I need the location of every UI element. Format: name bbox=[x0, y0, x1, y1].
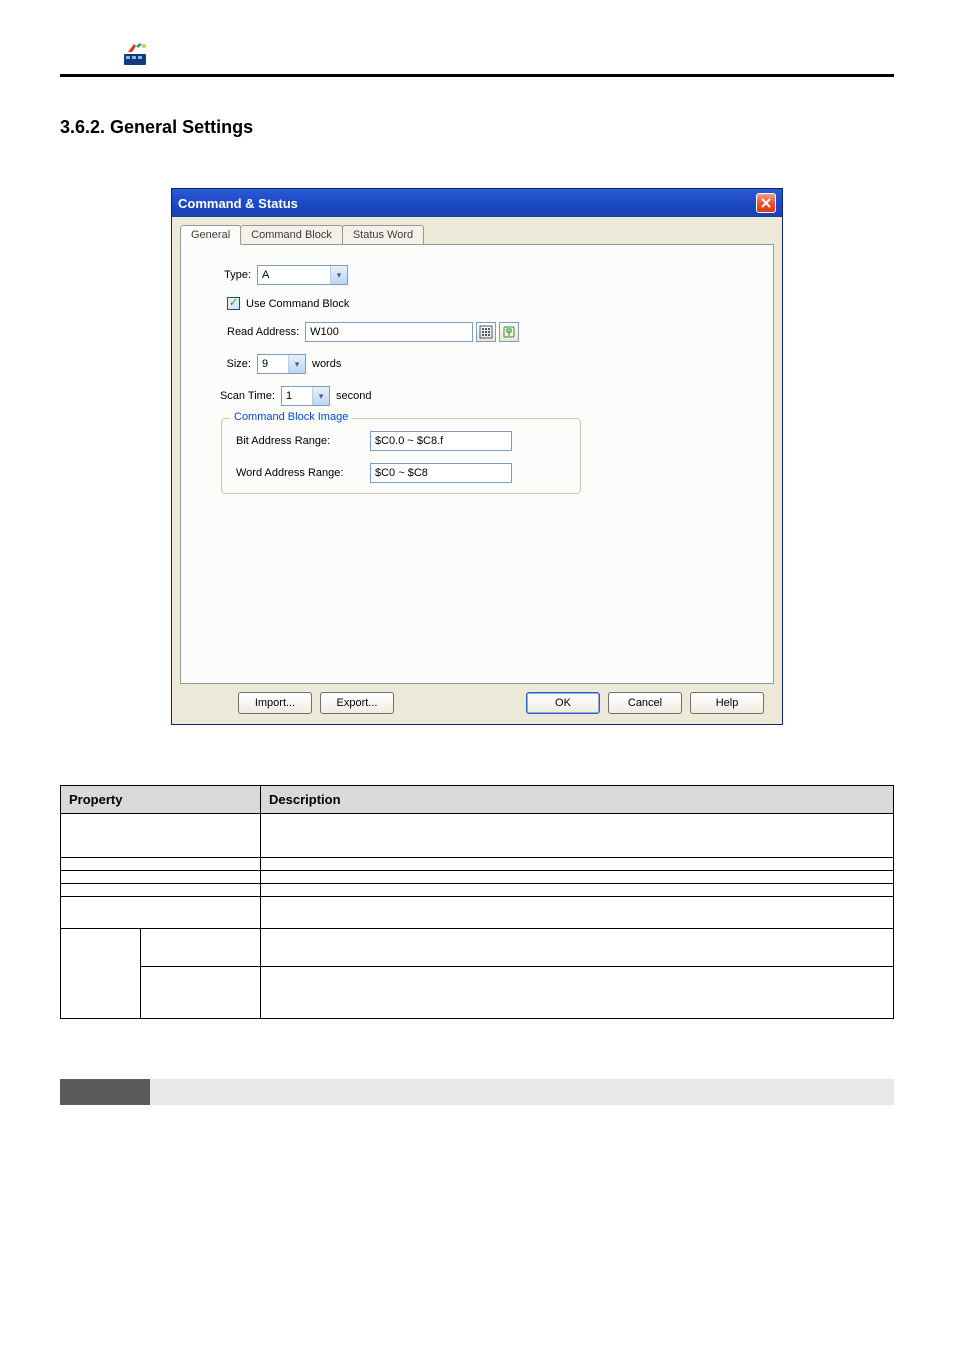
use-command-block-checkbox[interactable]: ✓ bbox=[227, 297, 240, 310]
tab-status-word-label: Status Word bbox=[353, 229, 413, 241]
table-row bbox=[61, 929, 894, 967]
type-label: Type: bbox=[199, 269, 251, 281]
cell-group bbox=[61, 929, 141, 1019]
page-footer bbox=[60, 1079, 894, 1105]
keypad-icon[interactable] bbox=[476, 322, 496, 342]
th-property-label: Property bbox=[69, 792, 122, 807]
read-address-label: Read Address: bbox=[227, 326, 299, 338]
table-row bbox=[61, 814, 894, 858]
size-value[interactable] bbox=[258, 355, 288, 373]
import-button-label: Import... bbox=[255, 697, 295, 709]
footer-dark-block bbox=[60, 1079, 150, 1105]
tab-general-label: General bbox=[191, 229, 230, 241]
cell-property bbox=[61, 871, 261, 884]
cancel-button[interactable]: Cancel bbox=[608, 692, 682, 714]
tab-command-block-label: Command Block bbox=[251, 229, 332, 241]
th-description: Description bbox=[261, 786, 894, 814]
cell-description bbox=[261, 871, 894, 884]
app-logo-icon bbox=[122, 40, 150, 68]
property-table: Property Description bbox=[60, 785, 894, 1019]
type-value[interactable] bbox=[258, 266, 330, 284]
cell-property bbox=[141, 929, 261, 967]
chevron-down-icon[interactable]: ▾ bbox=[288, 355, 305, 373]
th-property: Property bbox=[61, 786, 261, 814]
type-select[interactable]: ▾ bbox=[257, 265, 348, 285]
chevron-down-icon[interactable]: ▾ bbox=[312, 387, 329, 405]
scan-time-label: Scan Time: bbox=[199, 390, 275, 402]
table-row bbox=[61, 966, 894, 1018]
cell-description bbox=[261, 814, 894, 858]
table-row bbox=[61, 871, 894, 884]
cell-description bbox=[261, 884, 894, 897]
bit-range-label: Bit Address Range: bbox=[236, 435, 364, 447]
command-block-image-legend: Command Block Image bbox=[230, 411, 352, 423]
tab-panel-general: Type: ▾ ✓ Use Command Block Read Address… bbox=[180, 244, 774, 684]
chevron-down-icon[interactable]: ▾ bbox=[330, 266, 347, 284]
size-unit: words bbox=[312, 358, 341, 370]
tab-general[interactable]: General bbox=[180, 225, 241, 245]
cancel-button-label: Cancel bbox=[628, 697, 662, 709]
cell-property bbox=[141, 966, 261, 1018]
tabstrip: General Command Block Status Word bbox=[180, 225, 774, 244]
th-description-label: Description bbox=[269, 792, 341, 807]
help-button[interactable]: Help bbox=[690, 692, 764, 714]
table-row bbox=[61, 884, 894, 897]
bit-range-value bbox=[370, 431, 512, 451]
cell-property bbox=[61, 897, 261, 929]
ok-button[interactable]: OK bbox=[526, 692, 600, 714]
word-range-value bbox=[370, 463, 512, 483]
table-row bbox=[61, 897, 894, 929]
scan-time-select[interactable]: ▾ bbox=[281, 386, 330, 406]
cell-description bbox=[261, 858, 894, 871]
size-select[interactable]: ▾ bbox=[257, 354, 306, 374]
footer-light-block bbox=[150, 1079, 894, 1105]
dialog-titlebar: Command & Status bbox=[172, 189, 782, 217]
table-row bbox=[61, 858, 894, 871]
ok-button-label: OK bbox=[555, 697, 571, 709]
read-address-input[interactable] bbox=[305, 322, 473, 342]
cell-description bbox=[261, 966, 894, 1018]
tab-command-block[interactable]: Command Block bbox=[240, 225, 343, 244]
section-heading: 3.6.2. General Settings bbox=[60, 117, 894, 138]
cell-property bbox=[61, 858, 261, 871]
command-status-dialog: Command & Status General Command Block S… bbox=[171, 188, 783, 725]
close-icon[interactable] bbox=[756, 193, 776, 213]
cell-property bbox=[61, 884, 261, 897]
scan-time-value[interactable] bbox=[282, 387, 312, 405]
tag-icon[interactable] bbox=[499, 322, 519, 342]
export-button-label: Export... bbox=[337, 697, 378, 709]
cell-description bbox=[261, 897, 894, 929]
cell-property bbox=[61, 814, 261, 858]
word-range-label: Word Address Range: bbox=[236, 467, 364, 479]
dialog-title: Command & Status bbox=[178, 196, 298, 211]
size-label: Size: bbox=[199, 358, 251, 370]
export-button[interactable]: Export... bbox=[320, 692, 394, 714]
use-command-block-label: Use Command Block bbox=[246, 298, 349, 310]
tab-status-word[interactable]: Status Word bbox=[342, 225, 424, 244]
command-block-image-group: Command Block Image Bit Address Range: W… bbox=[221, 418, 581, 494]
scan-time-unit: second bbox=[336, 390, 371, 402]
help-button-label: Help bbox=[716, 697, 739, 709]
import-button[interactable]: Import... bbox=[238, 692, 312, 714]
cell-description bbox=[261, 929, 894, 967]
